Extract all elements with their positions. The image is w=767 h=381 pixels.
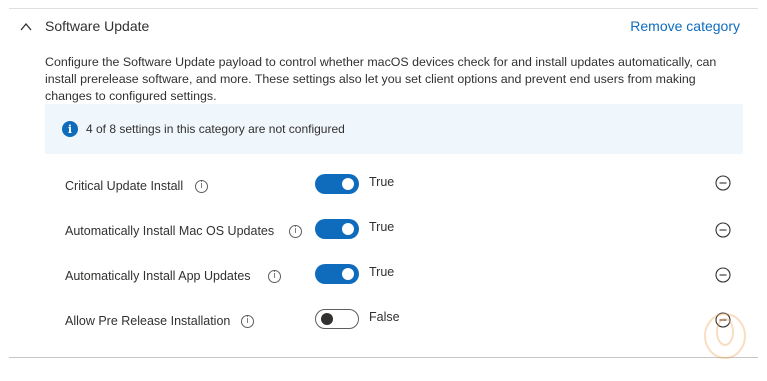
section-header: Software Update Remove category — [0, 14, 767, 40]
section-description: Configure the Software Update payload to… — [45, 55, 717, 103]
remove-circle-icon[interactable] — [715, 175, 731, 191]
section-title: Software Update — [45, 18, 150, 34]
toggle-switch[interactable] — [315, 174, 359, 194]
setting-row-allow-pre-release-installation: Allow Pre Release Installation i False — [0, 309, 767, 335]
setting-label: Automatically Install App Updates — [65, 269, 251, 283]
watermark-logo — [700, 302, 750, 362]
help-icon[interactable]: i — [289, 225, 302, 238]
toggle-knob — [342, 268, 354, 280]
remove-category-link[interactable]: Remove category — [630, 18, 740, 34]
toggle-value: False — [369, 310, 400, 324]
info-icon: i — [62, 121, 78, 137]
setting-row-auto-install-app-updates: Automatically Install App Updates i True — [0, 264, 767, 290]
remove-circle-icon[interactable] — [715, 222, 731, 238]
toggle-switch[interactable] — [315, 219, 359, 239]
toggle-knob — [342, 178, 354, 190]
info-message-bar: i 4 of 8 settings in this category are n… — [45, 104, 743, 154]
toggle-value: True — [369, 220, 395, 234]
section-bottom-divider — [9, 357, 758, 358]
toggle-switch[interactable] — [315, 309, 359, 329]
setting-label: Critical Update Install — [65, 179, 184, 193]
setting-row-critical-update-install: Critical Update Install i True — [0, 174, 767, 200]
help-icon[interactable]: i — [268, 270, 281, 283]
toggle-knob — [342, 223, 354, 235]
remove-circle-icon[interactable] — [715, 267, 731, 283]
toggle-knob — [321, 313, 333, 325]
help-icon[interactable]: i — [195, 180, 208, 193]
help-icon[interactable]: i — [241, 315, 254, 328]
setting-row-auto-install-macos-updates: Automatically Install Mac OS Updates i T… — [0, 219, 767, 245]
info-message-text: 4 of 8 settings in this category are not… — [86, 122, 345, 136]
chevron-up-icon[interactable] — [18, 20, 34, 34]
setting-label: Automatically Install Mac OS Updates — [65, 224, 275, 238]
toggle-value: True — [369, 265, 395, 279]
toggle-value: True — [369, 175, 395, 189]
setting-label: Allow Pre Release Installation — [65, 314, 231, 328]
section-top-divider — [9, 8, 758, 9]
toggle-switch[interactable] — [315, 264, 359, 284]
